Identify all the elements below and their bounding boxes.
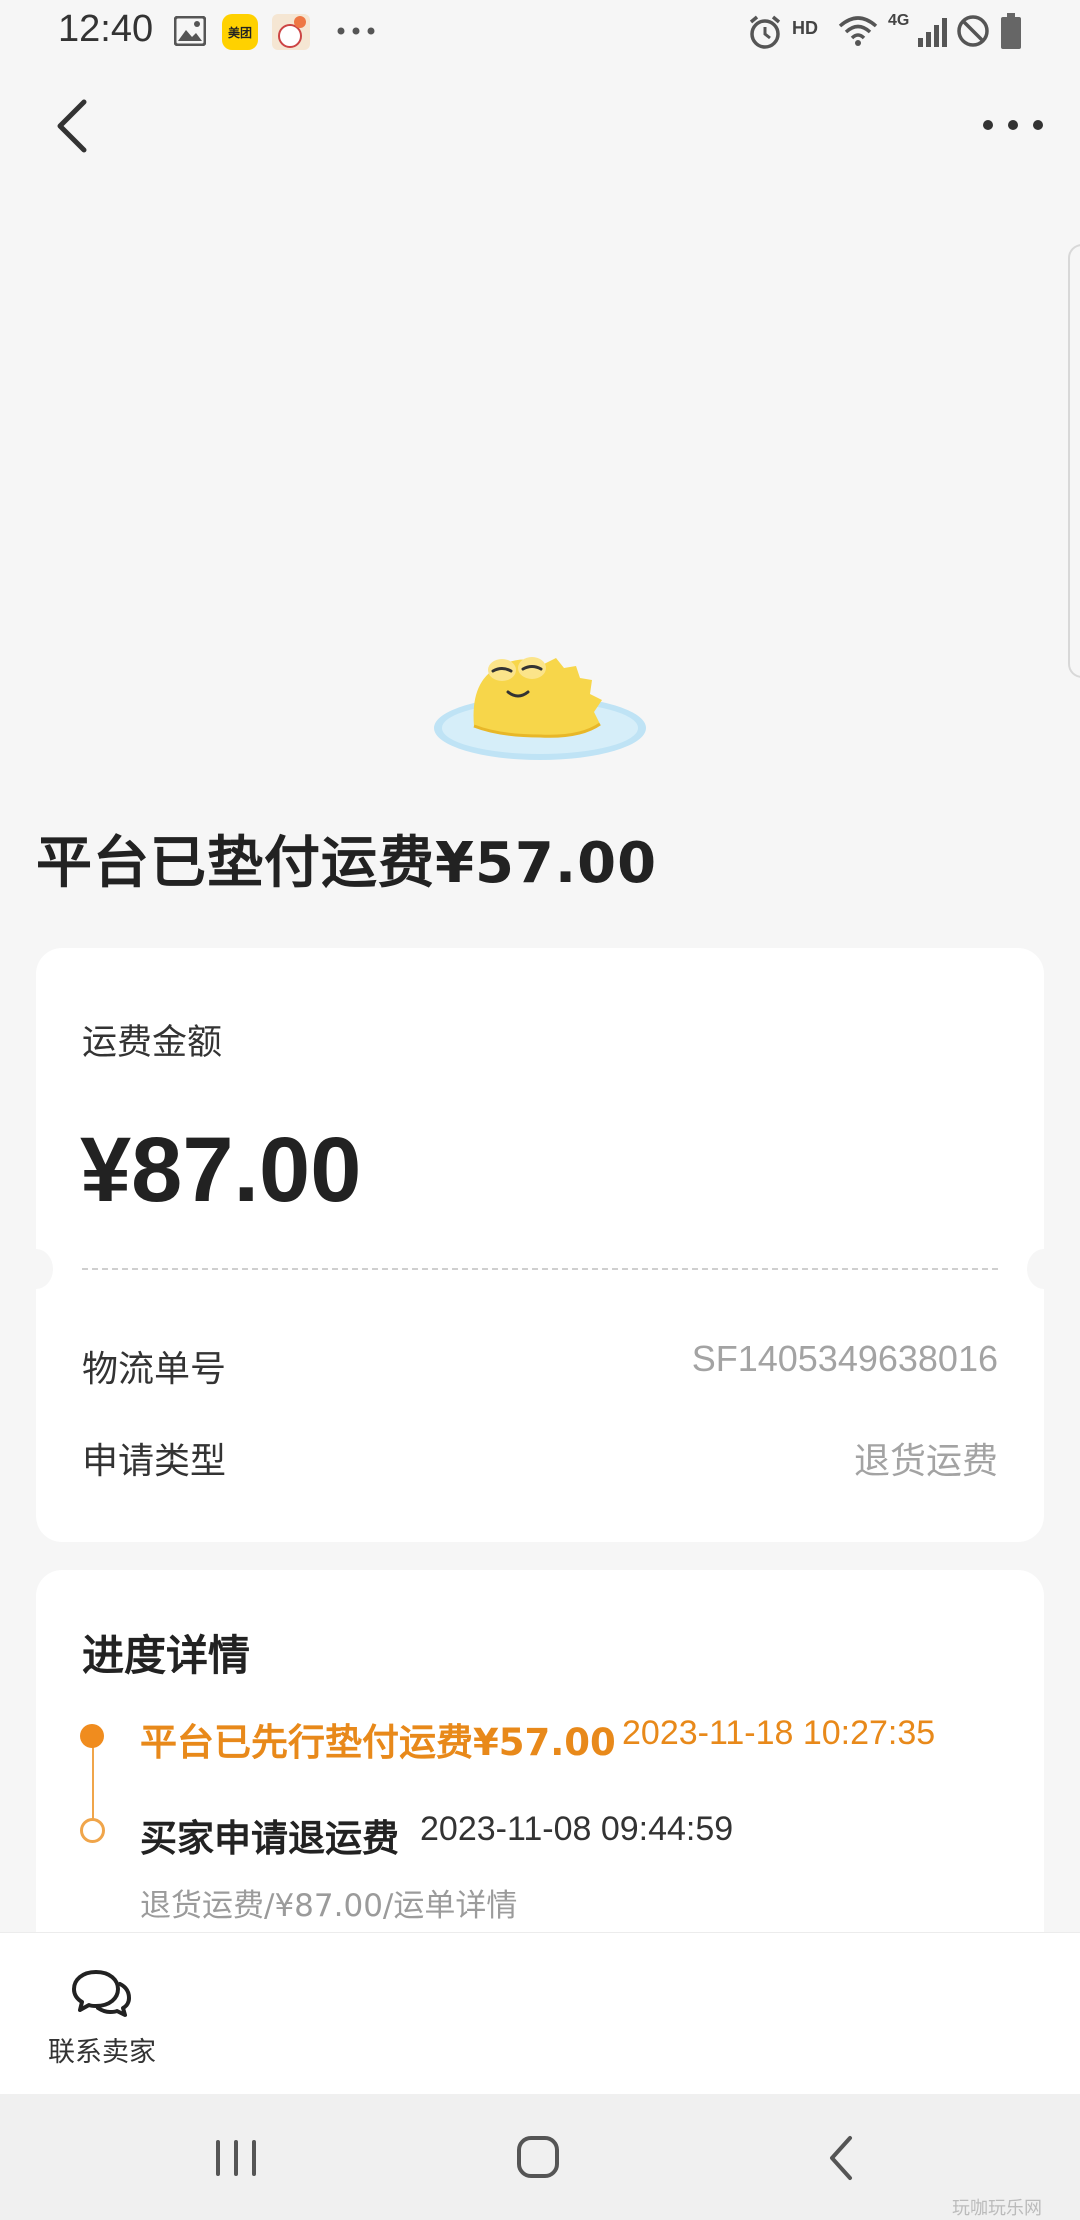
app-notification-icon bbox=[272, 14, 310, 50]
page-headline: 平台已垫付运费¥57.00 bbox=[36, 831, 658, 896]
hd-label: HD bbox=[792, 18, 818, 38]
status-bar: 12:40 美团 HD 4G bbox=[0, 0, 1080, 66]
watermark: 玩咖玩乐网 bbox=[952, 2198, 1042, 2219]
step-time: 2023-11-08 09:44:59 bbox=[420, 1810, 734, 1848]
contact-seller-label: 联系卖家 bbox=[48, 2037, 156, 2068]
chat-bubbles-icon bbox=[72, 1970, 131, 2017]
status-time: 12:40 bbox=[58, 8, 154, 50]
tracking-number-label: 物流单号 bbox=[82, 1349, 227, 1390]
more-options-button[interactable] bbox=[978, 108, 1048, 142]
step-detail-link[interactable]: 退货运费/¥87.00/运单详情 bbox=[140, 1880, 517, 1925]
progress-title: 进度详情 bbox=[82, 1631, 251, 1680]
alarm-icon bbox=[749, 15, 781, 49]
card-notch-left bbox=[19, 1249, 53, 1289]
system-back-icon[interactable] bbox=[812, 2130, 872, 2186]
fee-amount-label: 运费金额 bbox=[82, 1023, 223, 1063]
gallery-icon bbox=[174, 16, 206, 46]
mascot-illustration bbox=[434, 657, 646, 760]
step-time: 2023-11-18 10:27:35 bbox=[622, 1714, 936, 1752]
wifi-icon bbox=[838, 16, 878, 46]
home-icon[interactable] bbox=[508, 2130, 568, 2186]
battery-icon bbox=[1001, 13, 1021, 49]
side-pull-handle[interactable] bbox=[1068, 244, 1080, 678]
timeline-dot-active bbox=[80, 1724, 104, 1748]
timeline-dot bbox=[80, 1818, 105, 1843]
network-label: 4G bbox=[888, 12, 910, 29]
card-divider bbox=[82, 1268, 998, 1270]
step-title: 买家申请退运费 bbox=[140, 1817, 399, 1860]
contact-seller-button[interactable]: 联系卖家 bbox=[30, 1960, 174, 2076]
back-button[interactable] bbox=[48, 96, 98, 156]
fee-amount-value: ¥87.00 bbox=[80, 1119, 362, 1221]
meituan-label: 美团 bbox=[227, 25, 252, 40]
card-notch-right bbox=[1027, 1249, 1061, 1289]
do-not-disturb-icon bbox=[957, 15, 989, 47]
recents-icon[interactable] bbox=[206, 2130, 266, 2186]
step-title: 平台已先行垫付运费¥57.00 bbox=[140, 1721, 616, 1764]
signal-icon bbox=[918, 18, 947, 47]
request-type-label: 申请类型 bbox=[82, 1441, 227, 1482]
meituan-app-icon: 美团 bbox=[222, 14, 258, 50]
tracking-number-value[interactable]: SF1405349638016 bbox=[692, 1338, 998, 1380]
timeline-connector bbox=[92, 1736, 94, 1828]
request-type-value: 退货运费 bbox=[853, 1441, 998, 1482]
more-notifications-icon bbox=[337, 27, 375, 35]
